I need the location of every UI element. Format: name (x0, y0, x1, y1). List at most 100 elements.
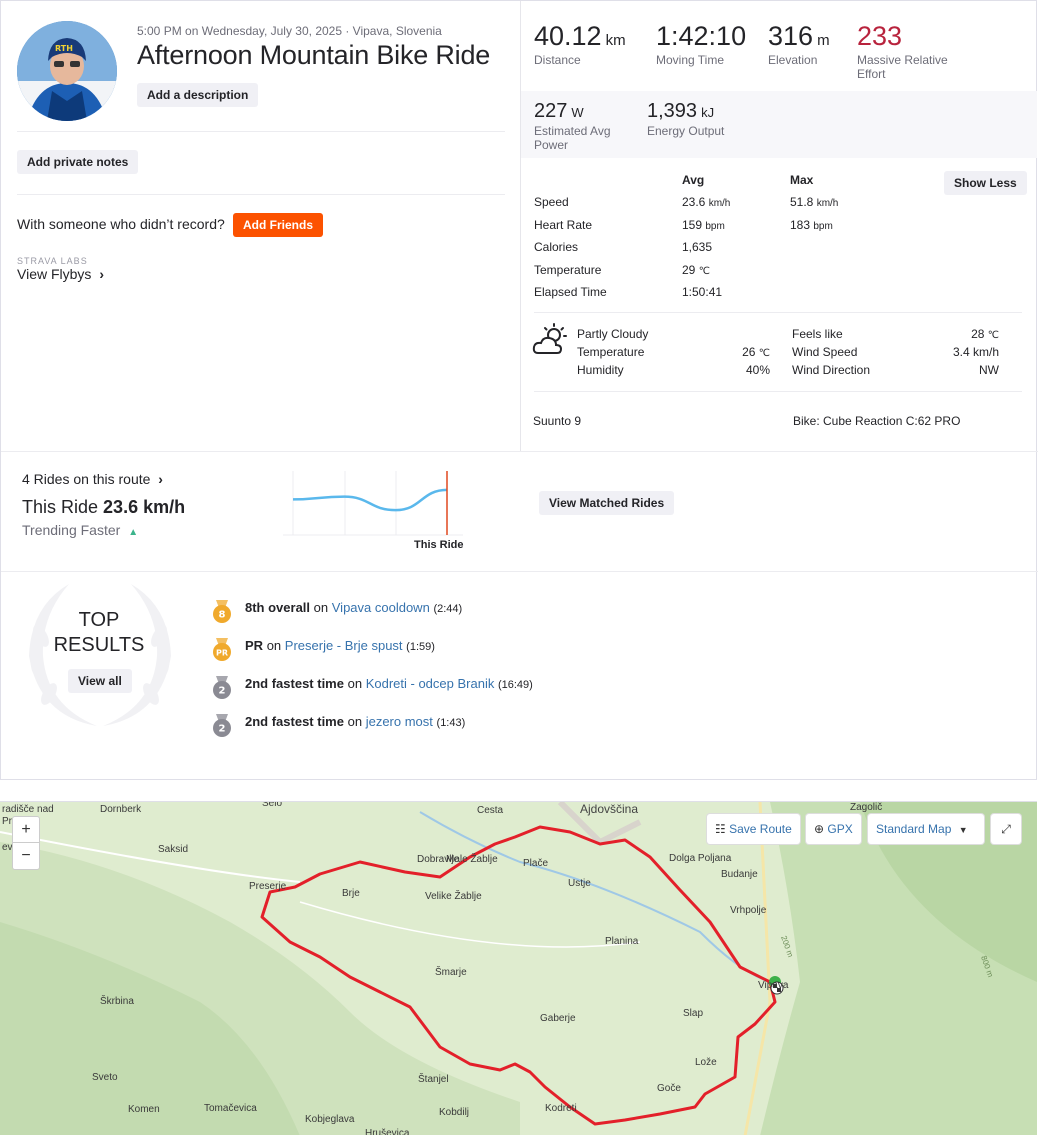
view-all-button[interactable]: View all (68, 669, 132, 693)
this-ride-value: 23.6 km/h (103, 497, 186, 517)
view-flybys-link[interactable]: View Flybys › (17, 266, 104, 282)
relative-effort-value: 233 (857, 21, 903, 51)
triangle-up-icon: ▲ (128, 527, 139, 538)
bike-name[interactable]: Bike: Cube Reaction C:62 PRO (793, 414, 960, 428)
map-place-label: Budanje (721, 869, 758, 880)
athlete-avatar[interactable]: RTH (17, 21, 117, 121)
power-unit: W (571, 105, 584, 120)
divider (534, 312, 1022, 313)
distance-label: Distance (534, 53, 581, 67)
route-map[interactable]: radišče nad Pr evij Dornberk Selo Cesta Ajdovš… (0, 801, 1037, 1135)
map-place-label: Selo (262, 801, 283, 809)
medal-icon: PR (209, 637, 235, 663)
route-settings-icon: ☷ (715, 822, 726, 836)
map-place-label: Pr (2, 816, 12, 827)
zoom-in-button[interactable]: + (13, 817, 39, 843)
avg-header: Avg (682, 173, 705, 187)
divider (534, 391, 1022, 392)
top-result-item: 2nd fastest time on jezero most (1:43) (245, 714, 465, 729)
elevation-value: 316 (768, 21, 814, 51)
relative-effort-stat[interactable]: 233 Massive Relative Effort (857, 21, 948, 81)
gpx-download-button[interactable]: ⊕ GPX (806, 814, 861, 844)
humidity-value: 40% (745, 363, 770, 377)
map-place-label: Preserje (249, 881, 287, 892)
weather-temperature-value: 26 (742, 345, 756, 359)
map-place-label: Kobjeglava (305, 1114, 355, 1125)
result-time: (16:49) (497, 679, 533, 691)
stat-row-avg: 159 bpm (682, 217, 725, 232)
relative-effort-label-2: Effort (857, 67, 886, 81)
map-place-label: Planina (605, 936, 639, 947)
map-place-label: Gaberje (540, 1013, 576, 1024)
elevation-label: Elevation (768, 53, 818, 67)
result-rank: PR (245, 638, 264, 653)
show-less-button[interactable]: Show Less (944, 171, 1027, 195)
result-on: on (347, 714, 363, 729)
map-place-label: Saksid (158, 844, 189, 855)
top-result-item: 8th overall on Vipava cooldown (2:44) (245, 600, 462, 615)
map-place-label: Goče (657, 1083, 681, 1094)
energy-unit: kJ (701, 105, 715, 120)
segment-link[interactable]: Kodreti - odcep Branik (366, 676, 495, 691)
moving-time-stat: 1:42:10 Moving Time (656, 21, 746, 67)
add-description-button[interactable]: Add a description (137, 83, 259, 107)
map-type-label: Standard Map (876, 822, 952, 836)
this-ride-label: This Ride (22, 497, 99, 517)
chevron-right-icon: › (99, 266, 104, 282)
add-private-notes-button[interactable]: Add private notes (17, 150, 139, 174)
map-place-label: Ajdovščina (580, 802, 639, 816)
medal-icon: 2 (209, 675, 235, 701)
save-route-button[interactable]: ☷ Save Route (707, 814, 800, 844)
result-time: (2:44) (433, 603, 463, 615)
map-place-label: Zagolič (850, 802, 883, 813)
power-stat: 227 W Estimated Avg Power (534, 100, 611, 152)
download-icon: ⊕ (814, 822, 825, 836)
medal-icon: 2 (209, 713, 235, 739)
map-place-label: Štanjel (418, 1074, 449, 1085)
result-on: on (266, 638, 282, 653)
add-friends-button[interactable]: Add Friends (233, 213, 324, 237)
moving-time-value: 1:42:10 (656, 21, 747, 51)
result-rank: 8th overall (245, 600, 311, 615)
top-results-title-2: RESULTS (53, 634, 145, 656)
stat-row-label: Calories (534, 240, 579, 254)
result-time: (1:43) (436, 717, 466, 729)
stat-row-label: Elapsed Time (534, 285, 607, 299)
segment-link[interactable]: Preserje - Brje spust (285, 638, 403, 653)
route-trend-chart (283, 471, 463, 536)
top-results-title-1: TOP (78, 609, 120, 631)
segment-link[interactable]: Vipava cooldown (332, 600, 430, 615)
top-result-item: 2nd fastest time on Kodreti - odcep Bran… (245, 676, 533, 691)
zoom-out-button[interactable]: − (13, 843, 39, 869)
energy-stat: 1,393 kJ Energy Output (647, 100, 724, 138)
map-place-label: Kodreti (545, 1103, 577, 1114)
fullscreen-icon: ⤢ (1001, 822, 1011, 836)
result-on: on (347, 676, 363, 691)
segment-link[interactable]: jezero most (366, 714, 433, 729)
stat-row-avg: 23.6 km/h (682, 195, 731, 209)
feels-like-value: 28 (971, 327, 985, 341)
map-type-select[interactable]: Standard Map ▼ (868, 814, 984, 844)
elevation-stat: 316 m Elevation (768, 21, 830, 67)
result-rank: 2nd fastest time (245, 676, 344, 691)
divider (1, 571, 1038, 572)
svg-text:RTH: RTH (55, 44, 73, 53)
partly-cloudy-icon (532, 323, 568, 362)
map-place-label: Slap (683, 1008, 704, 1019)
top-result-item: PR on Preserje - Brje spust (1:59) (245, 638, 435, 653)
chart-this-ride-label: This Ride (414, 539, 464, 551)
medal-badge: PR (216, 649, 228, 658)
map-place-label: Vrhpolje (730, 905, 767, 916)
map-place-label: Šmarje (435, 967, 467, 978)
fullscreen-button[interactable]: ⤢ (991, 814, 1021, 844)
power-label: Estimated Avg (534, 124, 611, 138)
map-place-label: Vipava (758, 980, 789, 991)
gpx-label: GPX (827, 822, 853, 836)
wind-speed-value: 3.4 km/h (952, 345, 999, 359)
rides-on-route-link[interactable]: 4 Rides on this route › (22, 471, 163, 487)
elevation-unit: m (817, 32, 830, 49)
map-place-label: Male Žablje (446, 854, 498, 865)
moving-time-label: Moving Time (656, 53, 725, 67)
weather-condition: Partly Cloudy (577, 327, 649, 341)
view-matched-rides-button[interactable]: View Matched Rides (539, 491, 675, 515)
